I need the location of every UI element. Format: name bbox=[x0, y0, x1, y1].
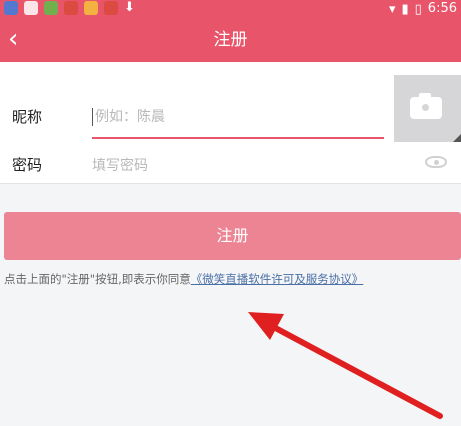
annotation-arrow bbox=[248, 312, 443, 419]
